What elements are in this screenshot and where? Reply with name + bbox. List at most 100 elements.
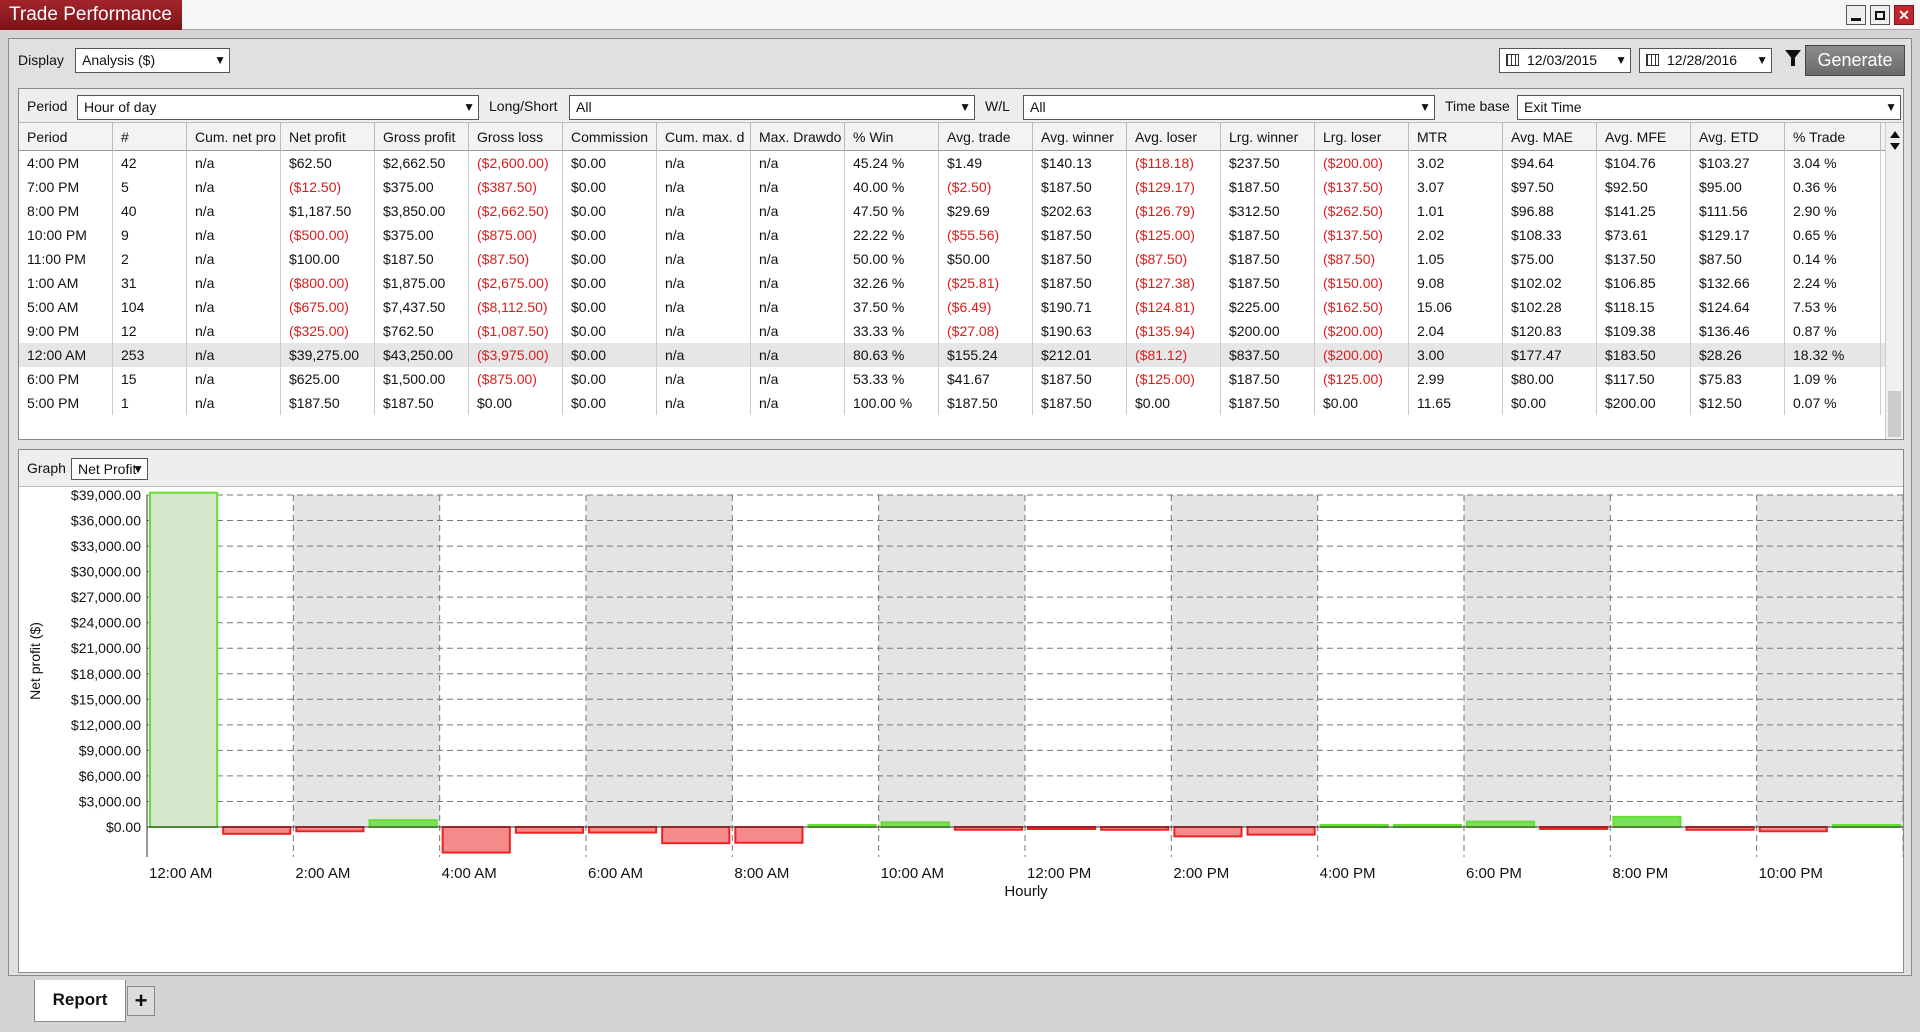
table-cell: $140.13 [1033, 151, 1127, 175]
column-header[interactable]: Commission [563, 123, 657, 151]
table-cell: 31 [113, 271, 187, 295]
x-tick-label: 4:00 PM [1320, 865, 1376, 882]
table-row[interactable]: 5:00 PM 1 n/a $187.50 $187.50 $0.00 $0.00 n/a n/… [19, 391, 1885, 415]
add-tab-button[interactable]: + [127, 986, 155, 1016]
table-row[interactable]: 9:00 PM 12 n/a ($325.00) $762.50 ($1,087.50) $… [19, 319, 1885, 343]
table-cell: ($2,675.00) [469, 271, 563, 295]
table-cell: $0.00 [563, 223, 657, 247]
table-row[interactable]: 7:00 PM 5 n/a ($12.50) $375.00 ($387.50) $0.00… [19, 175, 1885, 199]
table-row[interactable]: 12:00 AM 253 n/a $39,275.00 $43,250.00 ($3,97… [19, 343, 1885, 367]
column-header[interactable]: Max. Drawdo [751, 123, 845, 151]
table-row[interactable]: 8:00 PM 40 n/a $1,187.50 $3,850.00 ($2,662.50… [19, 199, 1885, 223]
period-dropdown[interactable]: Hour of day ▼ [77, 95, 479, 120]
y-tick-label: $36,000.00 [71, 513, 141, 529]
table-cell: 0.65 % [1785, 223, 1881, 247]
table-cell: $202.63 [1033, 199, 1127, 223]
table-row[interactable]: 4:00 PM 42 n/a $62.50 $2,662.50 ($2,600.00) $0… [19, 151, 1885, 175]
column-header[interactable]: Avg. MFE [1597, 123, 1691, 151]
column-header[interactable]: Gross loss [469, 123, 563, 151]
table-cell: $0.00 [1315, 391, 1409, 415]
filter-icon[interactable] [1785, 50, 1801, 66]
table-cell: ($500.00) [281, 223, 375, 247]
chart-bar [222, 826, 292, 835]
scroll-up-icon[interactable] [1890, 131, 1900, 138]
display-label: Display [18, 52, 64, 68]
close-button[interactable]: ✕ [1894, 5, 1914, 25]
table-cell: ($135.94) [1127, 319, 1221, 343]
timebase-dropdown[interactable]: Exit Time ▼ [1517, 95, 1901, 120]
table-cell: $39,275.00 [281, 343, 375, 367]
table-cell: $50.00 [939, 247, 1033, 271]
x-tick-label: 8:00 PM [1612, 865, 1668, 882]
table-cell: $132.66 [1691, 271, 1785, 295]
column-header[interactable]: Period [19, 123, 113, 151]
display-dropdown[interactable]: Analysis ($) ▼ [75, 48, 230, 73]
minimize-button[interactable] [1846, 5, 1866, 25]
y-tick-label: $21,000.00 [71, 640, 141, 656]
table-row[interactable]: 10:00 PM 9 n/a ($500.00) $375.00 ($875.00) $0.… [19, 223, 1885, 247]
table-cell: n/a [657, 367, 751, 391]
wl-dropdown[interactable]: All ▼ [1023, 95, 1435, 120]
chart-band [1756, 495, 1903, 827]
table-cell: ($875.00) [469, 367, 563, 391]
vertical-scrollbar[interactable] [1885, 123, 1903, 439]
table-row[interactable]: 5:00 AM 104 n/a ($675.00) $7,437.50 ($8,112.5… [19, 295, 1885, 319]
table-cell: $187.50 [1033, 247, 1127, 271]
table-cell: 2.02 [1409, 223, 1503, 247]
scroll-down-icon[interactable] [1890, 143, 1900, 150]
column-header[interactable]: Lrg. winner [1221, 123, 1315, 151]
column-header[interactable]: Net profit [281, 123, 375, 151]
restore-button[interactable] [1870, 5, 1890, 25]
table-cell: ($875.00) [469, 223, 563, 247]
column-header[interactable]: Cum. max. d [657, 123, 751, 151]
y-tick-label: $6,000.00 [79, 768, 141, 784]
table-row[interactable]: 6:00 PM 15 n/a $625.00 $1,500.00 ($875.00) $0.… [19, 367, 1885, 391]
table-cell: 0.07 % [1785, 391, 1881, 415]
tab-bar: Report + [0, 980, 1920, 1032]
column-header[interactable]: % Trade [1785, 123, 1881, 151]
table-cell: $190.63 [1033, 319, 1127, 343]
net-profit-chart: $39,000.00 $36,000.00 $33,000.00 $30,000.00… [27, 487, 1903, 900]
table-cell: 9.08 [1409, 271, 1503, 295]
table-cell: 32.26 % [845, 271, 939, 295]
chart-bar [1466, 820, 1536, 828]
column-header[interactable]: Avg. loser [1127, 123, 1221, 151]
table-cell: $94.64 [1503, 151, 1597, 175]
start-date-picker[interactable]: 12/03/2015 ▼ [1499, 48, 1631, 73]
table-cell: $187.50 [939, 391, 1033, 415]
longshort-value: All [576, 99, 592, 115]
table-cell: n/a [187, 151, 281, 175]
column-header[interactable]: Avg. trade [939, 123, 1033, 151]
table-cell: $200.00 [1221, 319, 1315, 343]
table-cell: $187.50 [1221, 367, 1315, 391]
column-header[interactable]: Avg. ETD [1691, 123, 1785, 151]
column-header[interactable]: MTR [1409, 123, 1503, 151]
column-header[interactable]: # [113, 123, 187, 151]
table-row[interactable]: 11:00 PM 2 n/a $100.00 $187.50 ($87.50) $0.00 n… [19, 247, 1885, 271]
table-cell: $1,187.50 [281, 199, 375, 223]
column-header[interactable]: Avg. winner [1033, 123, 1127, 151]
table-cell: 2.99 [1409, 367, 1503, 391]
display-value: Analysis ($) [82, 52, 156, 68]
graph-dropdown[interactable]: Net Profit ▼ [71, 458, 148, 480]
longshort-dropdown[interactable]: All ▼ [569, 95, 975, 120]
end-date-picker[interactable]: 12/28/2016 ▼ [1639, 48, 1772, 73]
scroll-thumb[interactable] [1888, 391, 1901, 437]
table-cell: 5:00 PM [19, 391, 113, 415]
column-header[interactable]: Cum. net pro [187, 123, 281, 151]
table-cell: 3.02 [1409, 151, 1503, 175]
calendar-icon [1646, 54, 1659, 66]
column-header[interactable]: % Win [845, 123, 939, 151]
table-cell: $0.00 [1503, 391, 1597, 415]
tab-report[interactable]: Report [34, 980, 126, 1022]
generate-button[interactable]: Generate [1805, 45, 1905, 76]
table-cell: $0.00 [563, 319, 657, 343]
table-cell: n/a [751, 367, 845, 391]
column-header[interactable]: Gross profit [375, 123, 469, 151]
table-row[interactable]: 1:00 AM 31 n/a ($800.00) $1,875.00 ($2,675.00… [19, 271, 1885, 295]
column-header[interactable]: Avg. MAE [1503, 123, 1597, 151]
table-cell: $100.00 [281, 247, 375, 271]
column-header[interactable]: Lrg. loser [1315, 123, 1409, 151]
toolbar: Display Analysis ($) ▼ 12/03/2015 ▼ 12/2… [9, 39, 1911, 83]
table-cell: ($675.00) [281, 295, 375, 319]
